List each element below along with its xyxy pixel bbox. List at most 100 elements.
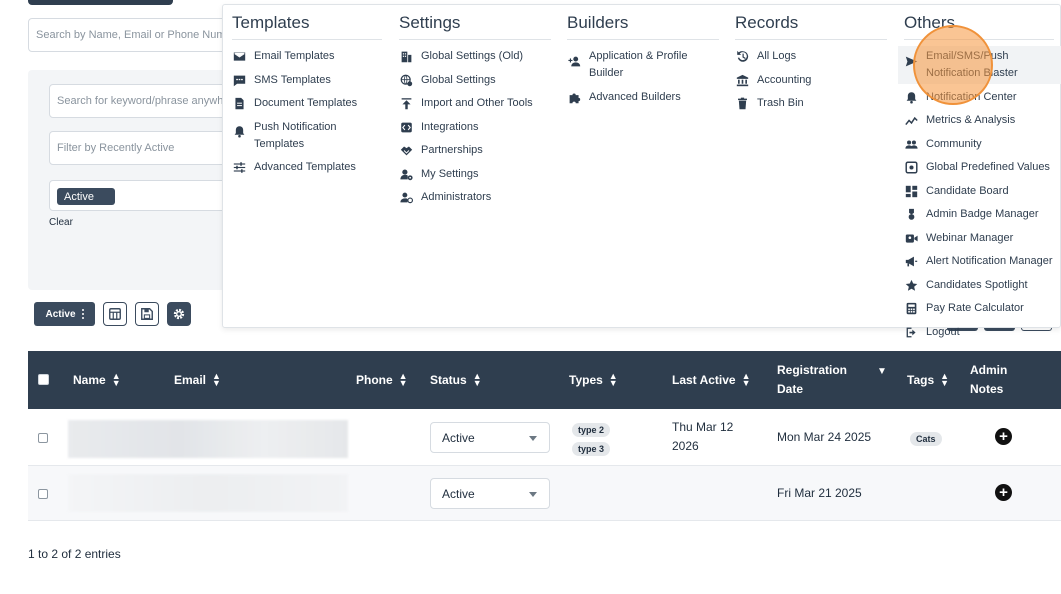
sort-icon: ▲ ▼ [111, 371, 121, 388]
bell-alert-icon [904, 90, 918, 104]
menu-item-label: Global Predefined Values [926, 161, 1050, 173]
menu-item-label: My Settings [421, 167, 479, 180]
dashboard-icon [904, 184, 918, 198]
menu-item-label: Accounting [757, 73, 812, 86]
puzzle-icon [567, 90, 581, 104]
menu-item-webinar-manager[interactable]: Webinar Manager [904, 228, 1054, 249]
menu-item-global-settings[interactable]: Global Settings [399, 70, 551, 91]
video-icon [904, 231, 918, 245]
table-info: 1 to 2 of 2 entries [28, 547, 121, 561]
type-badge: type 3 [572, 442, 611, 456]
menu-item-sms-templates[interactable]: SMS Templates [232, 70, 382, 91]
menu-item-community[interactable]: Community [904, 134, 1054, 155]
menu-item-trash-bin[interactable]: Trash Bin [735, 93, 887, 114]
column-header-phone[interactable]: Phone ▲ ▼ [356, 351, 408, 409]
active-filter-button[interactable]: Active [34, 302, 95, 326]
menu-item-notification-blaster[interactable]: Email/SMS/Push Notification Blaster [898, 46, 1061, 84]
menu-item-label: Logout [926, 325, 960, 338]
admin-icon [399, 191, 413, 205]
menu-item-email-templates[interactable]: Email Templates [232, 46, 382, 67]
envelope-icon [232, 50, 246, 64]
menu-item-advanced-templates[interactable]: Advanced Templates [232, 157, 382, 178]
menu-item-import-tools[interactable]: Import and Other Tools [399, 93, 551, 114]
column-header-label: Tags [907, 373, 935, 387]
filter-panel: Search for keyword/phrase anywhere Filte… [28, 70, 248, 290]
menu-column-title: Others [904, 13, 1054, 40]
column-header-label: Last Active [672, 373, 736, 387]
column-header-email[interactable]: Email ▲ ▼ [174, 351, 221, 409]
menu-item-alert-notification-manager[interactable]: Alert Notification Manager [904, 251, 1054, 272]
row-checkbox[interactable] [38, 433, 48, 443]
menu-item-label: Notification Center [926, 90, 1017, 103]
menu-item-document-templates[interactable]: Document Templates [232, 93, 382, 114]
menu-item-administrators[interactable]: Administrators [399, 187, 551, 208]
recent-activity-placeholder: Filter by Recently Active [57, 142, 175, 154]
menu-item-label: Community [926, 137, 982, 150]
menu-item-application-profile-builder[interactable]: Application & Profile Builder [567, 46, 719, 84]
columns-button[interactable] [103, 302, 127, 326]
search-input[interactable]: Search by Name, Email or Phone Number [28, 18, 248, 52]
menu-item-label: Alert Notification Manager [926, 255, 1053, 267]
column-header-tags[interactable]: Tags ▲ ▼ [907, 351, 949, 409]
status-select[interactable]: Active [430, 422, 550, 453]
document-icon [232, 97, 246, 111]
menu-item-logout[interactable]: Logout [904, 322, 1054, 343]
row-checkbox[interactable] [38, 489, 48, 499]
menu-item-accounting[interactable]: Accounting [735, 70, 887, 91]
status-filter-chip[interactable]: Active [57, 188, 115, 205]
recent-activity-filter[interactable]: Filter by Recently Active [49, 131, 248, 165]
menu-item-my-settings[interactable]: My Settings [399, 164, 551, 185]
status-select[interactable]: Active [430, 478, 550, 509]
column-header-types[interactable]: Types ▲ ▼ [569, 351, 618, 409]
column-header-registration-date[interactable]: Registration Date ▼ [777, 351, 887, 409]
sort-icon: ▲ ▼ [741, 371, 751, 388]
add-note-button[interactable]: + [995, 428, 1012, 445]
status-select-value: Active [442, 486, 475, 501]
menu-item-global-predefined-values[interactable]: Global Predefined Values [904, 157, 1054, 178]
sort-desc-icon: ▼ [877, 365, 887, 377]
menu-item-global-settings-old[interactable]: Global Settings (Old) [399, 46, 551, 67]
save-button[interactable] [135, 302, 159, 326]
menu-item-label: Global Settings (Old) [421, 50, 524, 62]
menu-item-notification-center[interactable]: Notification Center [904, 87, 1054, 108]
menu-item-label: Candidates Spotlight [926, 278, 1028, 291]
add-note-button[interactable]: + [995, 484, 1012, 501]
plus-box-icon [904, 161, 918, 175]
active-filter-label: Active [45, 308, 76, 320]
logout-icon [904, 325, 918, 339]
user-plus-icon [567, 54, 581, 68]
column-header-last-active[interactable]: Last Active ▲ ▼ [672, 351, 751, 409]
menu-item-label: Document Templates [254, 97, 358, 109]
clear-filters-link[interactable]: Clear [49, 217, 73, 228]
chevron-down-icon [529, 436, 537, 441]
menu-item-candidates-spotlight[interactable]: Candidates Spotlight [904, 275, 1054, 296]
registration-date-cell: Fri Mar 21 2025 [777, 486, 862, 500]
menu-item-integrations[interactable]: Integrations [399, 117, 551, 138]
menu-item-partnerships[interactable]: Partnerships [399, 140, 551, 161]
menu-item-label: Admin Badge Manager [926, 208, 1039, 220]
table-row[interactable]: Active Fri Mar 21 2025 + [28, 466, 1061, 521]
status-filter-select[interactable]: Active [49, 180, 247, 211]
column-header-status[interactable]: Status ▲ ▼ [430, 351, 482, 409]
select-all-checkbox[interactable] [38, 374, 49, 385]
column-header-name[interactable]: Name ▲ ▼ [73, 351, 121, 409]
menu-column-title: Settings [399, 13, 551, 40]
menu-item-label: Push Notification Templates [254, 120, 337, 150]
sliders-icon [232, 161, 246, 175]
menu-item-advanced-builders[interactable]: Advanced Builders [567, 87, 719, 108]
menu-item-pay-rate-calculator[interactable]: Pay Rate Calculator [904, 298, 1054, 319]
gear-icon [173, 308, 185, 320]
settings-button[interactable] [167, 302, 191, 326]
keyword-search-input[interactable]: Search for keyword/phrase anywhere [49, 84, 248, 118]
menu-item-label: Pay Rate Calculator [926, 302, 1024, 314]
menu-item-metrics-analysis[interactable]: Metrics & Analysis [904, 110, 1054, 131]
sort-icon: ▲ ▼ [398, 371, 408, 388]
keyword-search-placeholder: Search for keyword/phrase anywhere [57, 95, 240, 107]
menu-item-label: Integrations [421, 120, 479, 133]
menu-item-candidate-board[interactable]: Candidate Board [904, 181, 1054, 202]
menu-item-all-logs[interactable]: All Logs [735, 46, 887, 67]
menu-item-admin-badge-manager[interactable]: Admin Badge Manager [904, 204, 1054, 225]
menu-column-title: Templates [232, 13, 382, 40]
menu-item-push-notification-templates[interactable]: Push Notification Templates [232, 117, 382, 155]
table-row[interactable]: Active type 2 type 3 Thu Mar 12 2026 Mon… [28, 409, 1061, 466]
